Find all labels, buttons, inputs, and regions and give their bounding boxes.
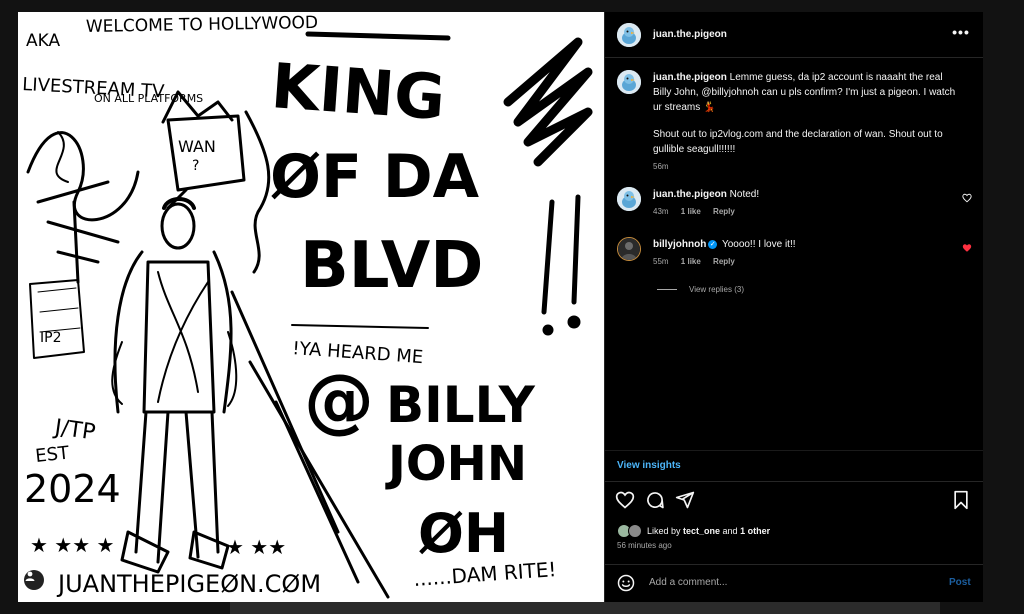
post-caption: juan.the.pigeon Lemme guess, da ip2 acco… [653,70,963,174]
liked-by-others[interactable]: 1 other [740,526,770,536]
comment-reply-button[interactable]: Reply [713,257,735,266]
view-insights-link[interactable]: View insights [617,460,681,471]
liked-by-prefix: Liked by [647,526,684,536]
pigeon-avatar-icon [617,70,641,94]
comment-icon [647,492,664,509]
liked-by-text[interactable]: Liked by tect_one and 1 other [647,526,770,536]
comment-time[interactable]: 43m [653,207,669,216]
comments-panel: juan.the.pigeon ••• juan.the.pigeon Lemm… [604,12,983,602]
art-year-text: 2024 [24,467,121,511]
post-button[interactable]: Post [949,577,971,588]
more-icon[interactable]: ••• [951,25,971,42]
comment-item: billyjohnoh ✓ Yoooo!! I love it!! 55m 1 l… [653,237,953,269]
art-stars-left: ★ ★★ ★ [30,533,114,557]
background-content [230,600,940,614]
caption-avatar[interactable] [617,70,641,94]
pigeon-avatar-icon [617,187,641,211]
art-king-text: KING [269,49,448,134]
art-billy-text: BILLY [386,376,536,434]
comment-button[interactable] [645,490,667,512]
comment-text: Noted! [729,189,760,200]
art-stars-right: ★ ★★ [226,535,286,559]
action-bar [605,490,983,514]
caption-text-2: Shout out to ip2vlog.com and the declara… [653,129,943,155]
art-oh-text: ØH [418,502,509,565]
liked-by-user[interactable]: tect_one [683,526,720,536]
art-blvd-text: BLVD [300,229,483,303]
art-welcome-text: WELCOME TO HOLLYWOOD [86,13,318,37]
like-button[interactable] [615,490,637,512]
view-replies-label: View replies (3) [689,285,744,294]
art-ofda-text: ØF DA [270,142,480,212]
save-button[interactable] [951,490,973,512]
caption-username[interactable]: juan.the.pigeon [653,72,727,83]
share-button[interactable] [675,490,697,512]
post-time[interactable]: 56 minutes ago [617,541,672,550]
divider [605,481,983,482]
heart-icon [615,491,635,509]
comment-item: juan.the.pigeon Noted! 43m 1 like Reply [653,187,953,219]
comment-time[interactable]: 55m [653,257,669,266]
post-image[interactable]: WELCOME TO HOLLYWOOD AKA LIVESTREAM TV O… [18,12,604,602]
verified-icon: ✓ [708,239,718,249]
user-tag-icon[interactable] [24,570,44,590]
liked-by: Liked by tect_one and 1 other [617,524,770,538]
view-replies-button[interactable]: View replies (3) [657,285,744,294]
art-john-text: JOHN [385,436,527,492]
art-ip2-text: IP2 [40,330,61,346]
comment-text: Yoooo!! I love it!! [721,239,796,250]
comment-username[interactable]: billyjohnoh [653,239,706,250]
art-at-text: @ [304,359,374,441]
art-est-text: EST [34,442,71,467]
heart-icon[interactable] [962,243,972,253]
art-site-text: JUANTHEPIGEØN.CØM [56,570,321,598]
art-aka-text: AKA [26,31,60,51]
liked-by-and: and [720,526,741,536]
bookmark-icon [954,490,968,510]
caption-time[interactable]: 56m [653,162,669,171]
liker-avatar[interactable] [628,524,642,538]
art-wan-text: WAN [178,137,216,156]
art-wan-q-text: ? [192,158,199,174]
add-comment-bar: Post [605,565,983,602]
share-icon [675,491,695,509]
emoji-icon[interactable] [617,574,635,592]
post-modal: WELCOME TO HOLLYWOOD AKA LIVESTREAM TV O… [18,12,983,602]
post-header: juan.the.pigeon ••• [605,12,983,58]
pigeon-avatar-icon [617,23,641,47]
comment-reply-button[interactable]: Reply [713,207,735,216]
artwork-drawing: WELCOME TO HOLLYWOOD AKA LIVESTREAM TV O… [22,13,593,599]
billy-avatar-icon [618,238,640,260]
divider [605,450,983,451]
author-username[interactable]: juan.the.pigeon [653,29,727,40]
comment-likes[interactable]: 1 like [681,257,701,266]
art-jtp-text: J/TP [51,415,97,446]
comment-likes[interactable]: 1 like [681,207,701,216]
heart-icon[interactable] [962,193,972,203]
author-avatar[interactable] [617,23,641,47]
comment-username[interactable]: juan.the.pigeon [653,189,727,200]
comment-avatar[interactable] [617,237,641,261]
comment-input[interactable] [647,576,931,589]
comment-avatar[interactable] [617,187,641,211]
replies-divider [657,289,677,290]
